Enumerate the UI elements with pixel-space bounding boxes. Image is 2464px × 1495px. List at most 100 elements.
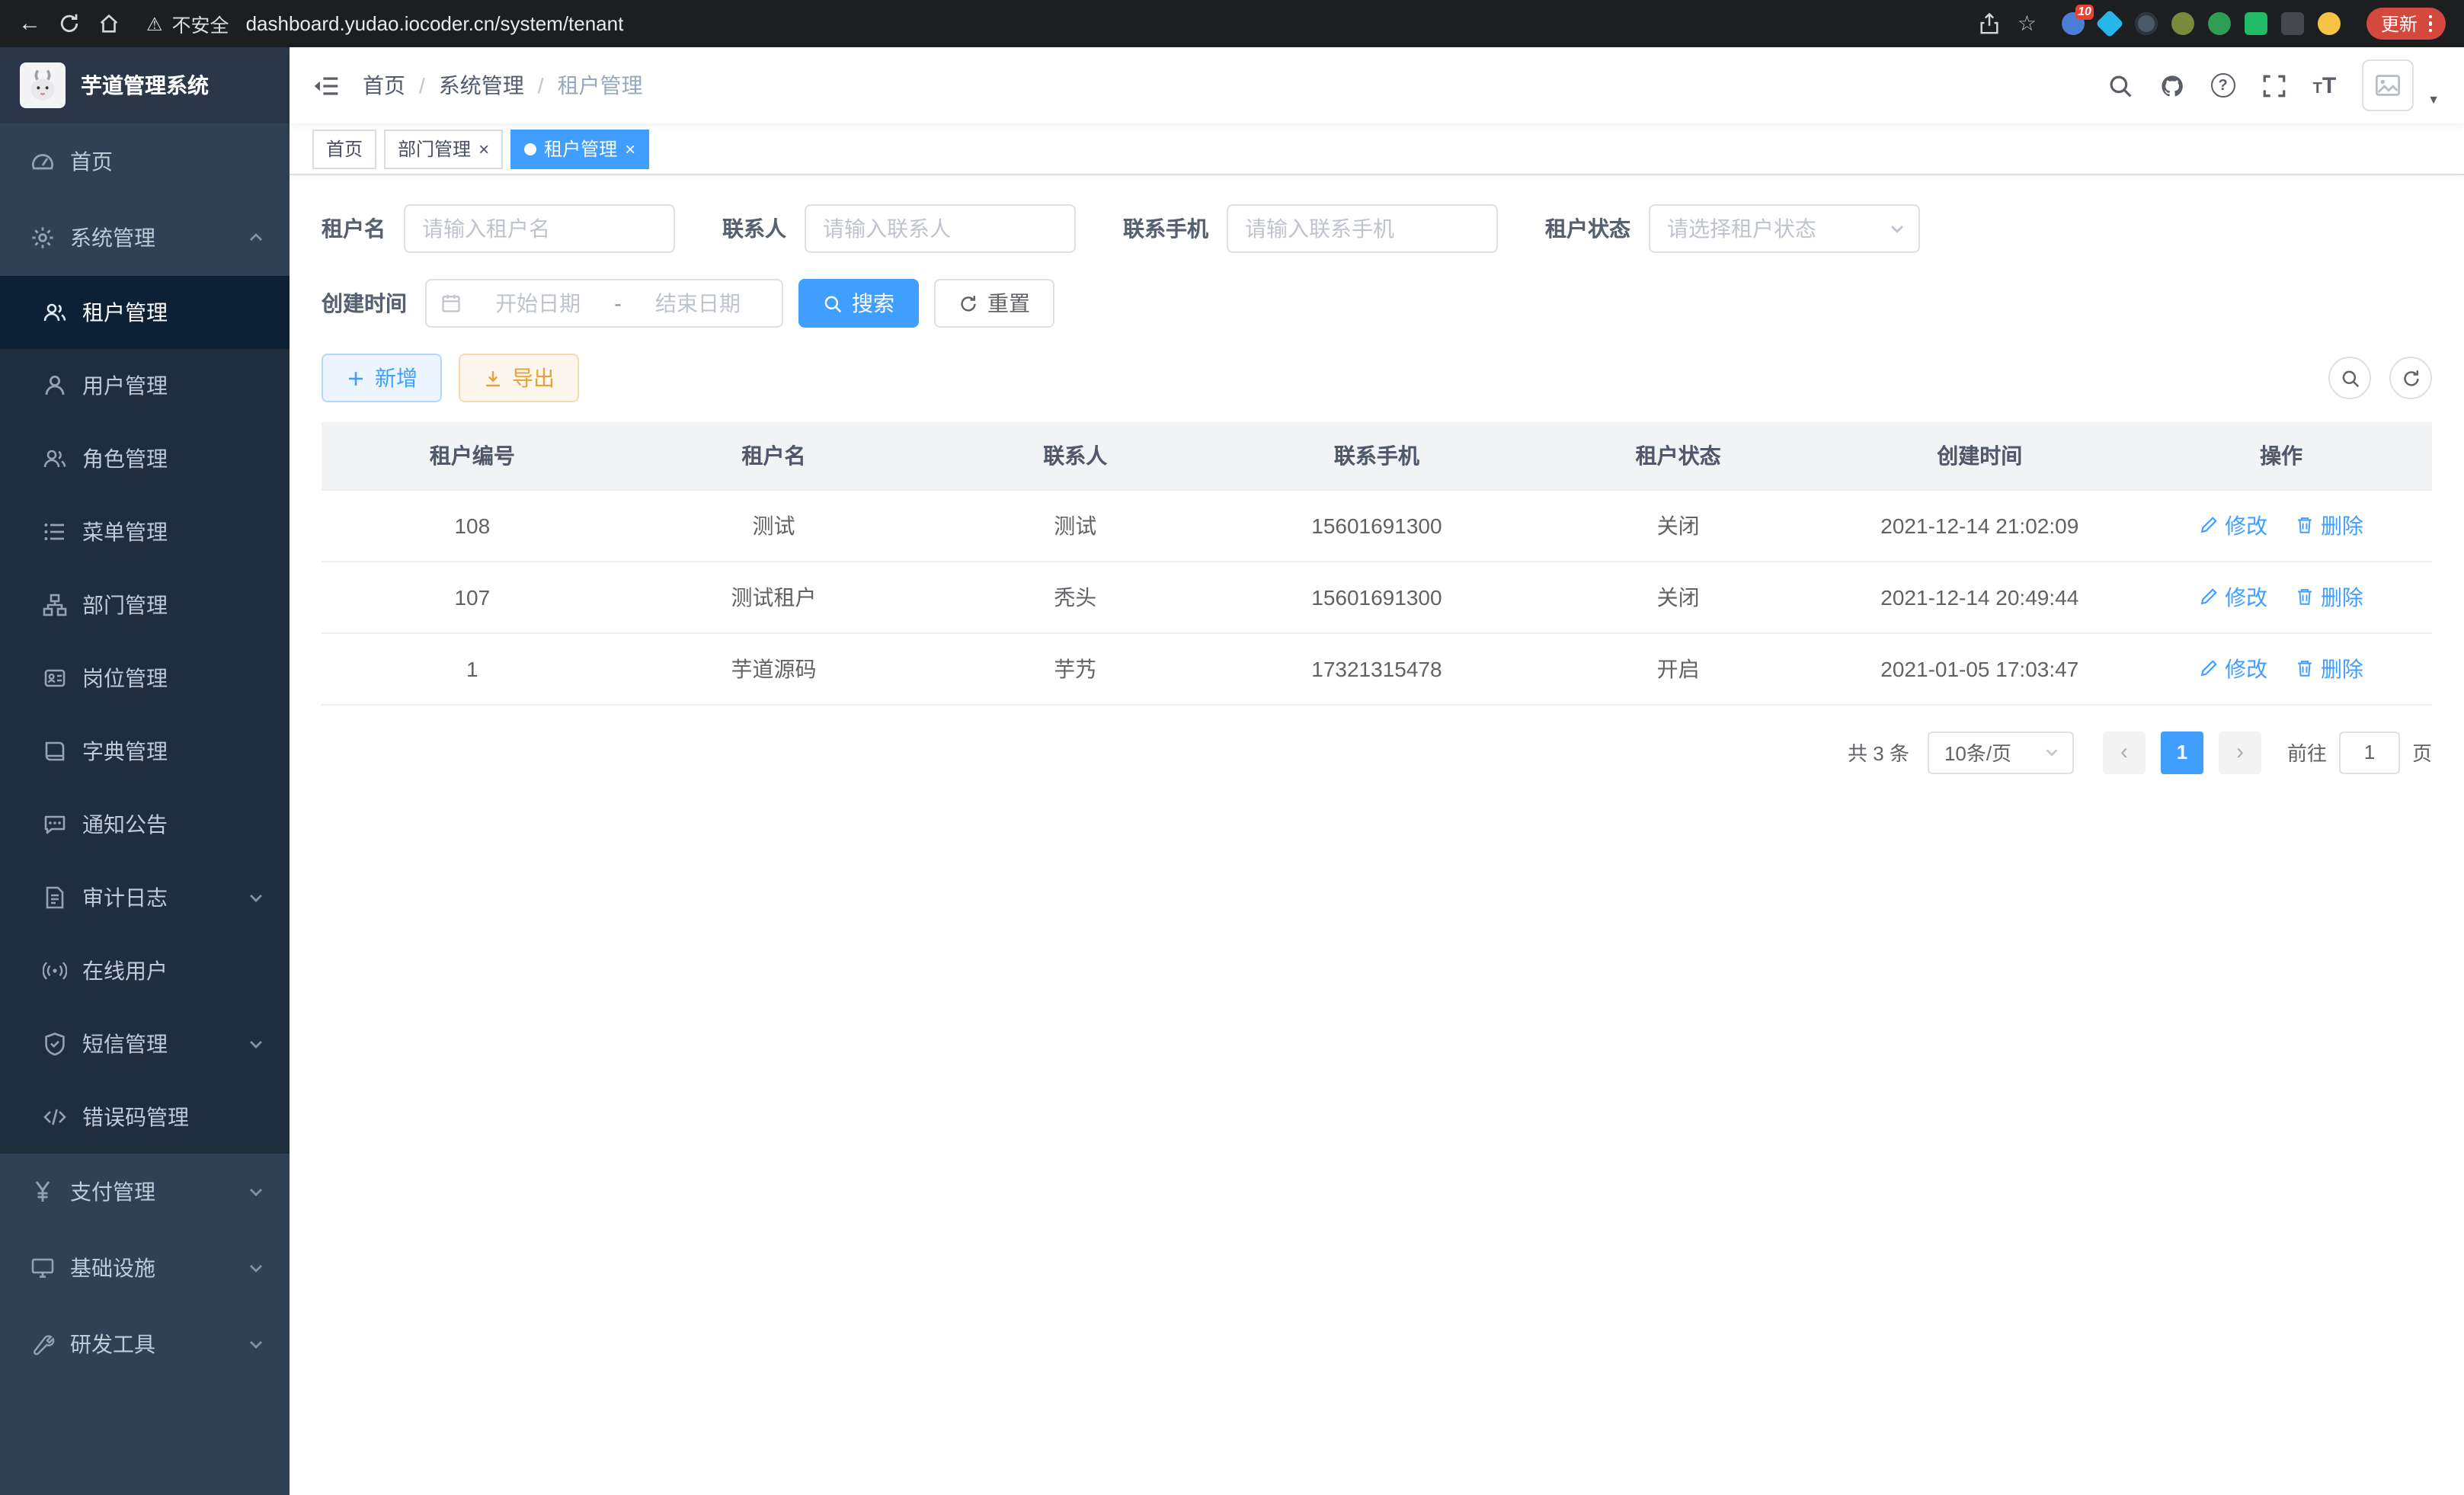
help-icon[interactable]: ? [2211,73,2235,98]
table-row[interactable]: 108 测试 测试 15601691300 关闭 2021-12-14 21:0… [322,489,2432,561]
browser-extensions: 10 [2062,12,2341,35]
breadcrumb-item[interactable]: 首页 [363,70,405,101]
sidebar-item-audit-log[interactable]: 审计日志 [0,861,290,934]
sidebar-item-dev-tools[interactable]: 研发工具 [0,1306,290,1382]
search-button[interactable]: 搜索 [798,279,919,328]
delete-link[interactable]: 删除 [2295,510,2363,540]
tab-dept[interactable]: 部门管理 × [384,129,503,168]
table-row[interactable]: 1 芋道源码 芋艿 17321315478 开启 2021-01-05 17:0… [322,632,2432,704]
goto-page-input[interactable] [2339,731,2400,773]
chat-icon [43,812,67,837]
breadcrumb-separator: / [419,73,425,98]
breadcrumb-item[interactable]: 系统管理 [439,70,524,101]
add-button[interactable]: 新增 [322,354,442,402]
tool-icon [30,1332,55,1356]
column-header-id: 租户编号 [322,422,623,489]
tab-home[interactable]: 首页 [312,129,376,168]
fullscreen-icon[interactable] [2261,72,2287,98]
edit-link[interactable]: 修改 [2199,653,2267,683]
chevron-down-icon [247,1259,265,1277]
extension-icon[interactable] [2172,12,2195,35]
status-select[interactable] [1649,204,1920,253]
home-icon[interactable] [98,12,120,35]
create-time-label: 创建时间 [322,288,407,319]
sidebar-logo[interactable]: 芋道管理系统 [0,47,290,123]
toggle-search-button[interactable] [2328,357,2371,399]
sidebar-toggle-button[interactable] [290,74,363,97]
sidebar-item-post[interactable]: 岗位管理 [0,642,290,715]
browser-update-button[interactable]: 更新 [2367,8,2446,40]
sidebar-item-role[interactable]: 角色管理 [0,422,290,495]
pagination-total: 共 3 条 [1848,738,1909,767]
close-icon[interactable]: × [478,139,489,158]
sidebar-item-infrastructure[interactable]: 基础设施 [0,1230,290,1306]
next-page-button[interactable]: › [2219,731,2261,773]
cell-tenant-id: 1 [322,632,623,704]
address-bar[interactable]: dashboard.yudao.iocoder.cn/system/tenant [246,12,1961,35]
phone-input[interactable] [1227,204,1498,253]
extension-icon[interactable] [2318,12,2341,35]
plus-icon [346,368,366,388]
contact-label: 联系人 [722,213,786,244]
sidebar-item-system[interactable]: 系统管理 [0,200,290,276]
user-icon [43,373,67,398]
browser-chrome: ← ⚠ 不安全 dashboard.yudao.iocoder.cn/syste… [0,0,2464,47]
column-header-contact: 联系人 [924,422,1226,489]
sidebar: 芋道管理系统 首页 系统管理 租户管理 [0,47,290,1495]
extension-icon[interactable] [2282,12,2305,35]
back-icon[interactable]: ← [18,12,41,35]
sidebar-item-dict[interactable]: 字典管理 [0,715,290,788]
tenant-name-input[interactable] [404,204,675,253]
delete-link[interactable]: 删除 [2295,653,2363,683]
sidebar-item-user[interactable]: 用户管理 [0,349,290,422]
security-indicator[interactable]: ⚠ 不安全 [146,9,229,38]
cell-status: 关闭 [1528,561,1829,632]
refresh-table-button[interactable] [2389,357,2432,399]
active-tab-dot [524,142,536,155]
edit-link[interactable]: 修改 [2199,510,2267,540]
extension-icon[interactable] [2245,12,2268,35]
extension-icon[interactable] [2209,12,2232,35]
page-size-select[interactable]: 10条/页 [1928,731,2074,773]
cell-phone: 15601691300 [1226,489,1528,561]
delete-link[interactable]: 删除 [2295,581,2363,612]
sidebar-item-dept[interactable]: 部门管理 [0,568,290,642]
table-row[interactable]: 107 测试租户 秃头 15601691300 关闭 2021-12-14 20… [322,561,2432,632]
reset-button[interactable]: 重置 [934,279,1054,328]
chevron-down-icon [247,1335,265,1353]
font-size-icon[interactable]: TT [2313,74,2337,97]
export-button[interactable]: 导出 [459,354,579,402]
chevron-down-icon [2043,744,2060,760]
refresh-icon[interactable] [58,12,81,35]
extension-icon[interactable] [2096,9,2124,37]
prev-page-button[interactable]: ‹ [2103,731,2146,773]
sidebar-item-online-user[interactable]: 在线用户 [0,934,290,1007]
sidebar-item-sms[interactable]: 短信管理 [0,1007,290,1080]
sidebar-item-error-code[interactable]: 错误码管理 [0,1080,290,1154]
column-header-status: 租户状态 [1528,422,1829,489]
extension-icon[interactable]: 10 [2062,12,2085,35]
contact-input[interactable] [805,204,1076,253]
sidebar-item-tenant[interactable]: 租户管理 [0,276,290,349]
search-icon[interactable] [2107,72,2133,98]
edit-link[interactable]: 修改 [2199,581,2267,612]
users-icon [43,447,67,471]
bookmark-star-icon[interactable]: ☆ [2018,11,2037,37]
cell-tenant-id: 107 [322,561,623,632]
page-number-button[interactable]: 1 [2161,731,2203,773]
close-icon[interactable]: × [625,139,635,158]
sidebar-item-payment[interactable]: 支付管理 [0,1154,290,1230]
share-icon[interactable] [1978,12,2001,35]
sidebar-item-home[interactable]: 首页 [0,123,290,200]
breadcrumb: 首页 / 系统管理 / 租户管理 [363,70,643,101]
date-range-picker[interactable]: 开始日期 - 结束日期 [425,279,783,328]
avatar[interactable] [2362,59,2414,111]
sidebar-item-notice[interactable]: 通知公告 [0,788,290,861]
sidebar-item-menu[interactable]: 菜单管理 [0,495,290,568]
extension-icon[interactable] [2136,12,2158,35]
github-icon[interactable] [2159,72,2185,98]
tab-tenant[interactable]: 租户管理 × [510,129,649,168]
trash-icon [2295,658,2315,678]
caret-down-icon[interactable]: ▼ [2427,92,2440,106]
update-label: 更新 [2381,11,2418,37]
